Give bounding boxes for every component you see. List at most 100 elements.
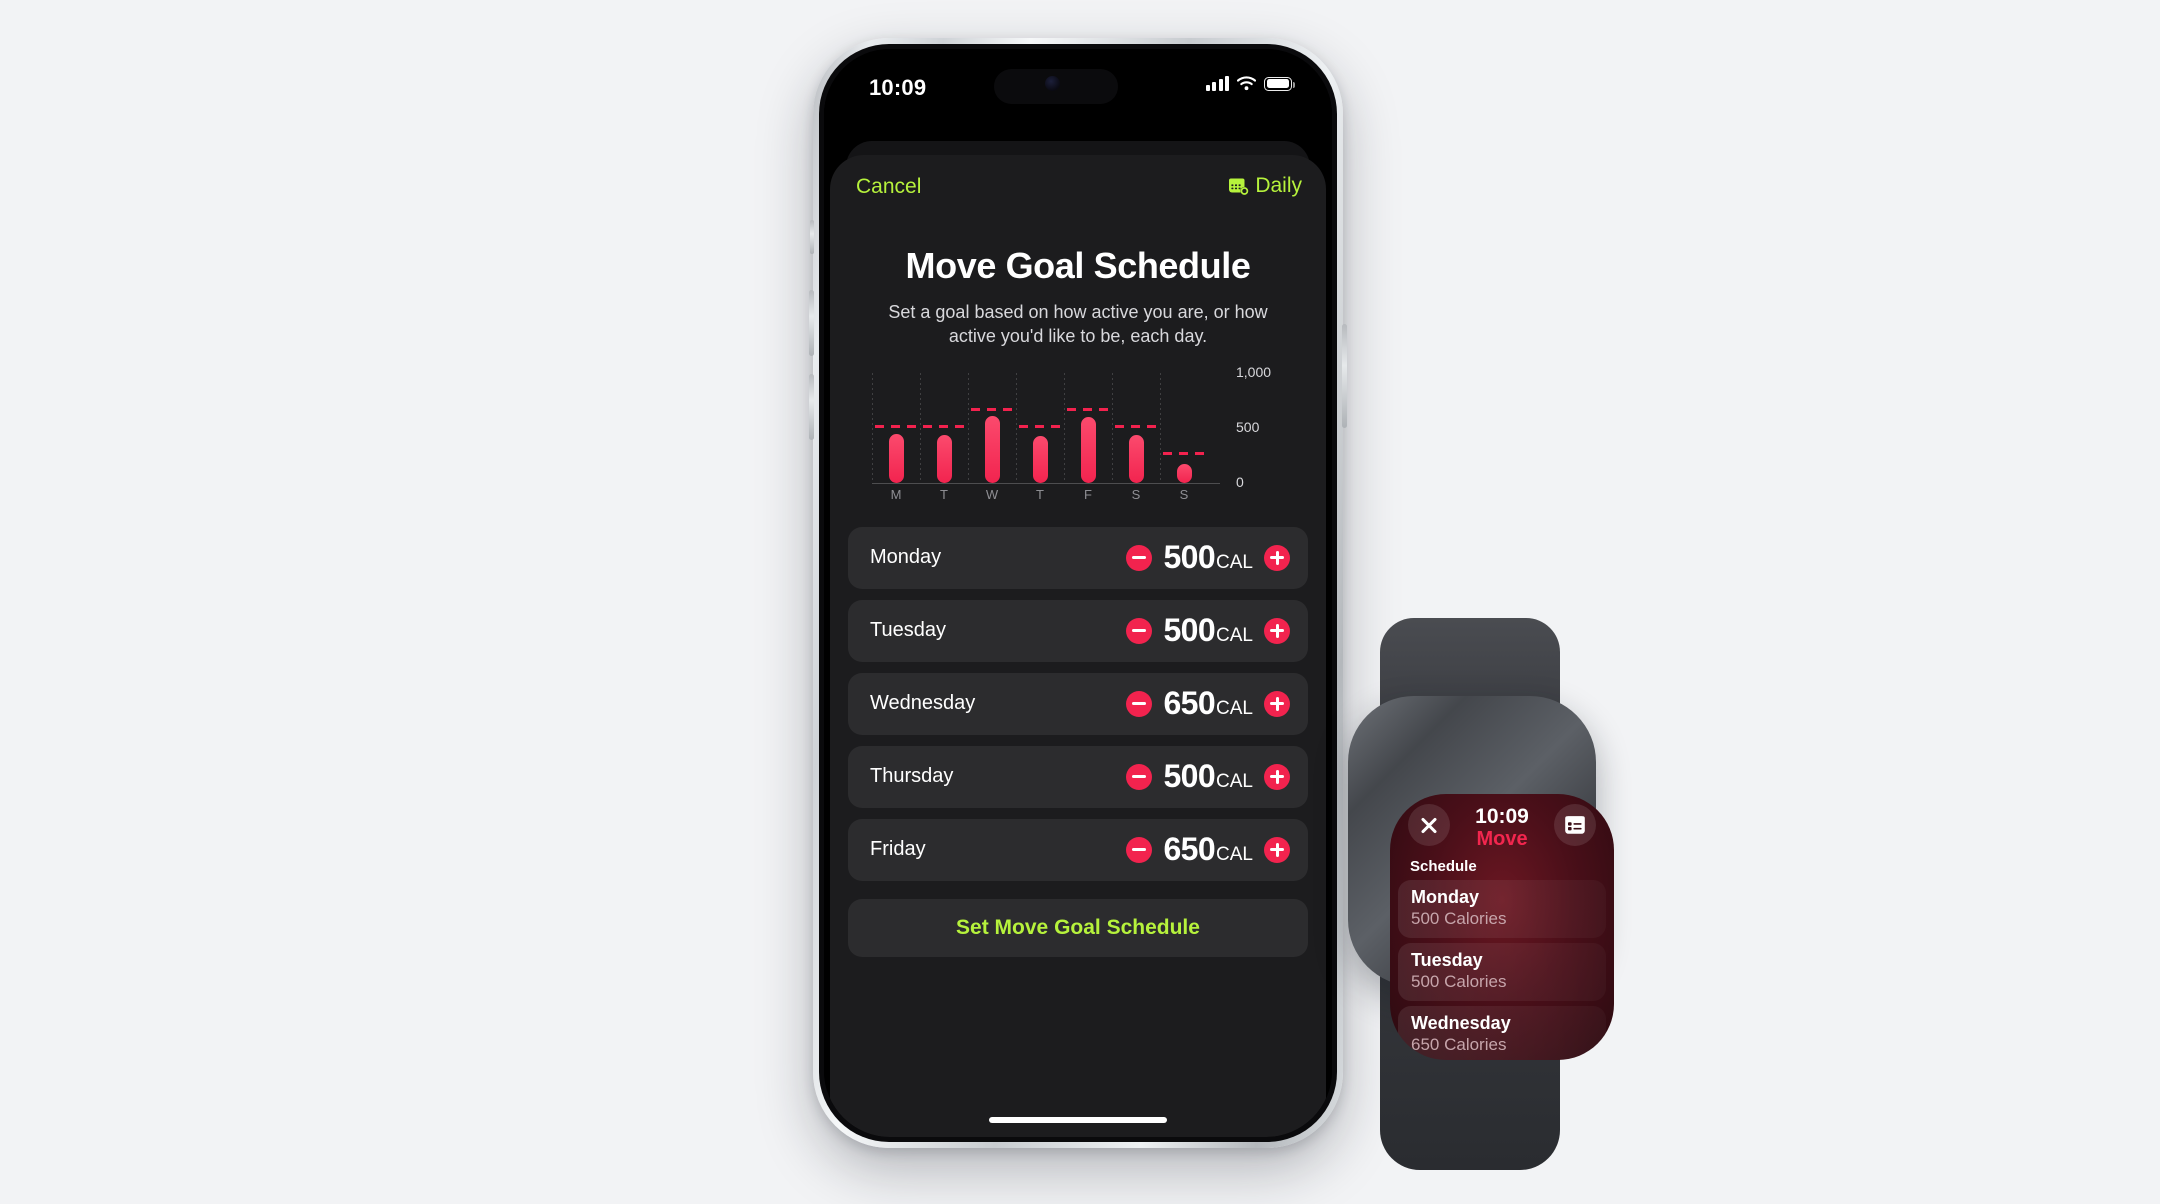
chart-gridline — [1016, 372, 1017, 483]
volume-up-button[interactable] — [809, 290, 814, 356]
chart-x-label: S — [1179, 486, 1189, 502]
goal-value: 650 CAL — [1163, 831, 1253, 868]
day-label: Tuesday — [870, 619, 946, 642]
watch-header: 10:09 Move — [1390, 794, 1614, 856]
watch-schedule-list: Monday 500 Calories Tuesday 500 Calories Wed… — [1390, 880, 1614, 1060]
day-goal-list: Monday 500 CAL Tuesday 500 CAL Wednesday 650 CAL… — [848, 526, 1308, 881]
watch-row-calories: 650 Calories — [1411, 1035, 1507, 1054]
cancel-button[interactable]: Cancel — [856, 175, 921, 199]
move-goal-chart: M T W T F S S 0 500 1,000 — [858, 364, 1298, 505]
chart-goal-line — [971, 408, 1013, 412]
goal-value: 500 CAL — [1163, 539, 1253, 576]
minus-circle-icon[interactable] — [1126, 617, 1153, 644]
chart-goal-line — [875, 424, 917, 428]
chart-gridline — [872, 372, 873, 483]
iphone-screen: Cancel Daily Move Goal Schedule Set a go… — [824, 49, 1332, 1137]
chart-x-label: T — [1036, 486, 1044, 502]
watch-schedule-row[interactable]: Monday 500 Calories — [1398, 880, 1606, 938]
page-title: Move Goal Schedule — [905, 245, 1251, 286]
apple-watch-device: 10:09 Move Schedule Monday 500 Calories … — [1318, 610, 1618, 1170]
power-button[interactable] — [1342, 324, 1347, 428]
day-goal-row: Wednesday 650 CAL — [848, 672, 1308, 735]
watch-row-calories: 500 Calories — [1411, 972, 1507, 991]
goal-value-number: 500 — [1163, 539, 1216, 576]
chart-bar — [1176, 463, 1192, 483]
iphone-device: Cancel Daily Move Goal Schedule Set a go… — [809, 38, 1347, 1148]
day-goal-row: Tuesday 500 CAL — [848, 599, 1308, 662]
day-goal-row: Monday 500 CAL — [848, 526, 1308, 589]
battery-icon — [1264, 76, 1295, 91]
watch-screen: 10:09 Move Schedule Monday 500 Calories … — [1390, 794, 1614, 1060]
chart-bar — [984, 415, 1000, 483]
screenshot-stage: Cancel Daily Move Goal Schedule Set a go… — [0, 0, 2160, 1204]
day-goal-row: Friday 650 CAL — [848, 818, 1308, 881]
watch-row-day: Tuesday — [1411, 950, 1483, 970]
watch-section-title: Schedule — [1410, 858, 1477, 875]
day-label: Wednesday — [870, 692, 976, 715]
daily-button[interactable]: Daily — [1228, 174, 1302, 198]
watch-row-day: Wednesday — [1411, 1013, 1511, 1033]
watch-row-day: Monday — [1411, 887, 1480, 907]
goal-value-number: 500 — [1163, 758, 1216, 795]
plus-circle-icon[interactable] — [1264, 544, 1290, 571]
goal-value-unit: CAL — [1216, 771, 1253, 793]
chart-y-label: 0 — [1236, 473, 1244, 490]
status-bar-indicators — [1205, 76, 1295, 91]
chart-baseline — [872, 482, 1220, 484]
sheet-navigation-bar: Cancel Daily — [830, 155, 1326, 219]
day-label: Friday — [870, 838, 926, 861]
goal-value-unit: CAL — [1216, 552, 1253, 574]
set-move-goal-schedule-button[interactable]: Set Move Goal Schedule — [848, 898, 1308, 957]
goal-value-number: 650 — [1163, 685, 1216, 722]
cellular-signal-icon — [1205, 76, 1229, 91]
minus-circle-icon[interactable] — [1126, 836, 1153, 863]
plus-circle-icon[interactable] — [1264, 690, 1290, 717]
goal-value-unit: CAL — [1216, 625, 1253, 647]
goal-stepper: 500 CAL — [1126, 746, 1290, 808]
chart-x-label: F — [1084, 486, 1092, 502]
chart-goal-line — [1115, 424, 1157, 428]
chart-goal-line — [1019, 424, 1061, 428]
goal-stepper: 500 CAL — [1126, 600, 1290, 662]
chart-bar — [936, 435, 952, 483]
plus-circle-icon[interactable] — [1264, 617, 1290, 644]
home-indicator[interactable] — [989, 1117, 1167, 1123]
chart-x-label: W — [985, 486, 999, 502]
minus-circle-icon[interactable] — [1126, 544, 1153, 571]
iphone-status-bar: 10:09 — [824, 49, 1332, 135]
chart-gridline — [1112, 372, 1113, 483]
goal-value-number: 500 — [1163, 612, 1216, 649]
chart-x-label: M — [890, 486, 902, 502]
chart-goal-line — [923, 424, 965, 428]
watch-case: 10:09 Move Schedule Monday 500 Calories … — [1348, 696, 1614, 1060]
goal-value: 500 CAL — [1163, 758, 1253, 795]
chart-bar — [1080, 416, 1096, 483]
chart-bar — [1128, 435, 1144, 483]
front-camera-icon — [1045, 76, 1060, 91]
goal-value: 650 CAL — [1163, 685, 1253, 722]
goal-stepper: 650 CAL — [1126, 673, 1290, 735]
chart-gridline — [1160, 372, 1161, 483]
move-goal-schedule-sheet: Cancel Daily Move Goal Schedule Set a go… — [830, 155, 1326, 1137]
schedule-list-icon[interactable] — [1554, 804, 1596, 846]
plus-circle-icon[interactable] — [1264, 836, 1290, 863]
chart-gridline — [920, 372, 921, 483]
page-subtitle: Set a goal based on how active you are, … — [888, 302, 1268, 347]
minus-circle-icon[interactable] — [1126, 763, 1153, 790]
goal-value-unit: CAL — [1216, 698, 1253, 720]
volume-down-button[interactable] — [809, 374, 814, 440]
watch-schedule-row[interactable]: Tuesday 500 Calories — [1398, 943, 1606, 1001]
minus-circle-icon[interactable] — [1126, 690, 1153, 717]
goal-stepper: 500 CAL — [1126, 527, 1290, 589]
chart-goal-line — [1163, 452, 1205, 456]
goal-value-number: 650 — [1163, 831, 1216, 868]
plus-circle-icon[interactable] — [1264, 763, 1290, 790]
chart-gridline — [968, 372, 969, 483]
chart-plot-area — [872, 372, 1208, 483]
watch-schedule-row[interactable]: Wednesday 650 Calories — [1398, 1006, 1606, 1060]
chart-y-label: 500 — [1236, 418, 1260, 435]
day-label: Thursday — [870, 765, 954, 788]
chart-x-label: T — [940, 486, 948, 502]
chart-y-label: 1,000 — [1236, 363, 1272, 380]
silent-switch[interactable] — [810, 220, 814, 254]
